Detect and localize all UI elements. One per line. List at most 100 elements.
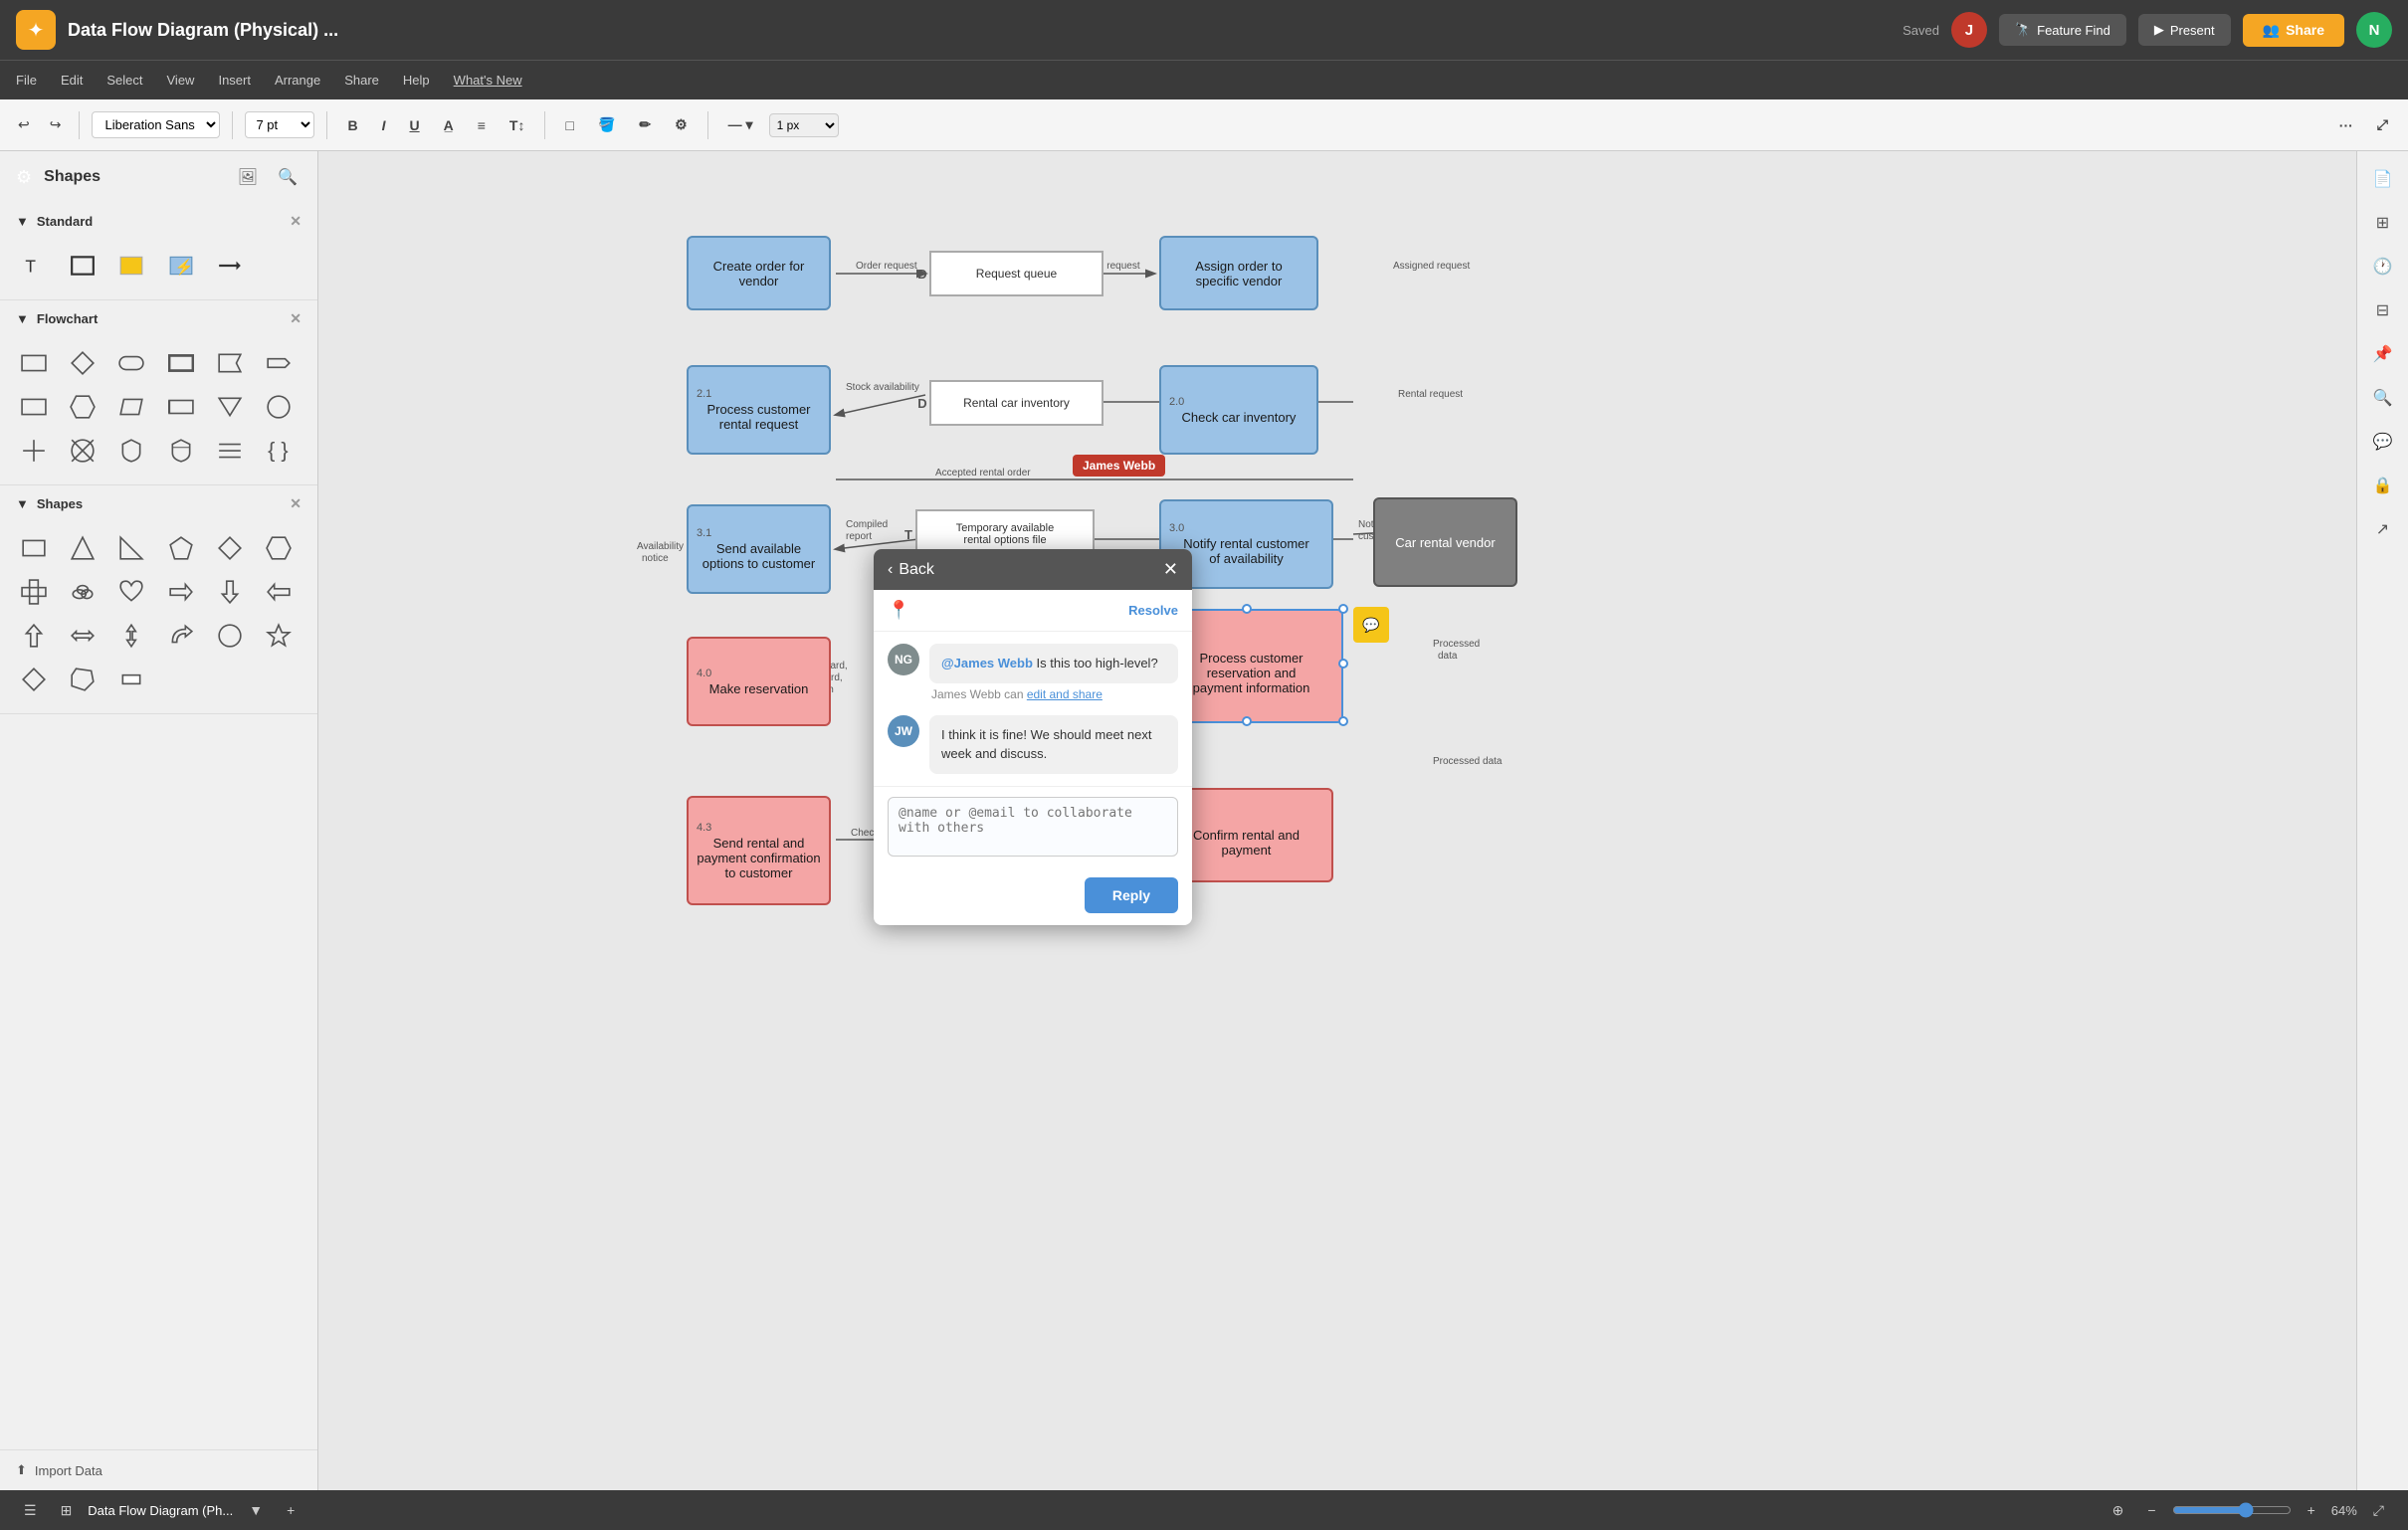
resolve-button[interactable]: Resolve [1128,603,1178,618]
flowchart-close-icon[interactable]: ✕ [290,310,301,327]
node-request-queue[interactable]: D Request queue [929,251,1104,296]
menu-file[interactable]: File [16,73,37,88]
fit-button[interactable]: ⤢ [2365,1498,2392,1523]
fc-shield1[interactable] [113,433,149,469]
comment-close-button[interactable]: ✕ [1163,559,1178,580]
zoom-out-button[interactable]: − [2139,1498,2163,1522]
node-make-reservation[interactable]: 4.0 Make reservation [687,637,831,726]
menu-insert[interactable]: Insert [218,73,251,88]
shapes-close-icon[interactable]: ✕ [290,495,301,512]
zoom-slider[interactable] [2172,1502,2292,1518]
fc-tri-down[interactable] [212,389,248,425]
undo-button[interactable]: ↩ [12,112,36,137]
text-style-button[interactable]: T↕ [502,113,533,137]
sh-up-arrow[interactable] [16,618,52,654]
expand-button[interactable]: ⤢ [2369,112,2396,137]
sh-pent[interactable] [163,530,199,566]
arrow-shape[interactable] [212,248,248,284]
menu-view[interactable]: View [167,73,195,88]
node-create-order[interactable]: Create order forvendor [687,236,831,310]
lightning-shape[interactable]: ⚡ [163,248,199,284]
fc-shield2[interactable] [163,433,199,469]
menu-arrange[interactable]: Arrange [275,73,320,88]
sh-arrow-down[interactable] [212,574,248,610]
sh-heart[interactable] [113,574,149,610]
comment-back-button[interactable]: ‹ Back [888,561,934,579]
edit-share-link[interactable]: edit and share [1027,687,1103,701]
sh-diamond2[interactable] [16,662,52,697]
sh-diamond[interactable] [212,530,248,566]
canvas-area[interactable]: Order request Sorted request Assigned re… [318,151,2356,1490]
stroke-width-select[interactable]: 1 px [769,113,839,137]
fc-arrow-right[interactable] [261,345,297,381]
right-panel-chat-btn[interactable]: 💬 [2363,422,2403,462]
handle-mr[interactable] [1338,659,1348,669]
shape-button[interactable]: □ [557,113,581,137]
sh-hex[interactable] [261,530,297,566]
fc-rect-thick[interactable] [163,345,199,381]
underline-button[interactable]: U [401,113,427,137]
fc-crossed[interactable] [65,433,100,469]
sh-star[interactable] [261,618,297,654]
fc-diamond[interactable] [65,345,100,381]
standard-close-icon[interactable]: ✕ [290,213,301,230]
line-style-button[interactable]: — ▾ [720,112,761,137]
zoom-in-button[interactable]: + [2300,1498,2323,1522]
standard-section-header[interactable]: ▼ Standard ✕ [0,203,317,240]
node-rental-inventory[interactable]: D Rental car inventory [929,380,1104,426]
extra-button[interactable]: ⚙ [667,112,696,137]
fc-plus[interactable] [16,433,52,469]
node-send-confirmation[interactable]: 4.3 Send rental andpayment confirmationt… [687,796,831,905]
sh-arrow-left[interactable] [261,574,297,610]
right-panel-cursor-btn[interactable]: ↗ [2363,509,2403,549]
menu-help[interactable]: Help [403,73,430,88]
grid-view-button[interactable]: ⊞ [53,1498,81,1523]
sh-double-arrow[interactable] [65,618,100,654]
sidebar-image-button[interactable]: 🖼 [234,163,262,191]
handle-br[interactable] [1338,716,1348,726]
right-panel-clock-btn[interactable]: 🕐 [2363,247,2403,287]
sh-right-tri[interactable] [113,530,149,566]
sh-plus[interactable] [16,574,52,610]
handle-tr[interactable] [1338,604,1348,614]
import-data-button[interactable]: ⬆ Import Data [0,1449,317,1490]
canvas[interactable]: Order request Sorted request Assigned re… [318,151,2356,1490]
reply-button[interactable]: Reply [1085,877,1178,913]
right-panel-search-btn[interactable]: 🔍 [2363,378,2403,418]
yellow-rect-shape[interactable] [113,248,149,284]
sh-small-rect[interactable] [113,662,149,697]
node-assign-order[interactable]: Assign order tospecific vendor [1159,236,1318,310]
node-check-inventory[interactable]: 2.0 Check car inventory [1159,365,1318,455]
rect-shape[interactable] [65,248,100,284]
fc-lines[interactable] [212,433,248,469]
tab-dropdown-button[interactable]: ▼ [241,1498,271,1522]
list-view-button[interactable]: ☰ [16,1498,45,1523]
fc-drum[interactable] [163,389,199,425]
sh-cloud[interactable] [65,574,100,610]
add-tab-button[interactable]: + [279,1498,302,1522]
redo-button[interactable]: ↪ [44,112,68,137]
font-color-button[interactable]: A̲ [436,113,462,137]
bold-button[interactable]: B [339,113,365,137]
target-icon-btn[interactable]: ⊕ [2105,1498,2132,1523]
font-size-select[interactable]: 7 pt [245,111,314,138]
node-send-options[interactable]: 3.1 Send availableoptions to customer [687,504,831,594]
tab-name[interactable]: Data Flow Diagram (Ph... [88,1503,233,1518]
font-select[interactable]: Liberation Sans [92,111,220,138]
italic-button[interactable]: I [374,113,394,137]
comment-badge[interactable]: 💬 [1353,607,1389,643]
fc-rounded[interactable] [113,345,149,381]
node-car-vendor[interactable]: Car rental vendor [1373,497,1517,587]
user-avatar-j[interactable]: J [1951,12,1987,48]
right-panel-page-btn[interactable]: 📄 [2363,159,2403,199]
menu-select[interactable]: Select [106,73,142,88]
sh-circle[interactable] [212,618,248,654]
fc-circle[interactable] [261,389,297,425]
menu-edit[interactable]: Edit [61,73,83,88]
sh-up-down-arrow[interactable] [113,618,149,654]
fc-hex[interactable] [65,389,100,425]
handle-bc[interactable] [1242,716,1252,726]
comment-input[interactable] [888,797,1178,857]
right-panel-lock-btn[interactable]: 🔒 [2363,466,2403,505]
james-webb-tag[interactable]: James Webb [1073,455,1165,477]
